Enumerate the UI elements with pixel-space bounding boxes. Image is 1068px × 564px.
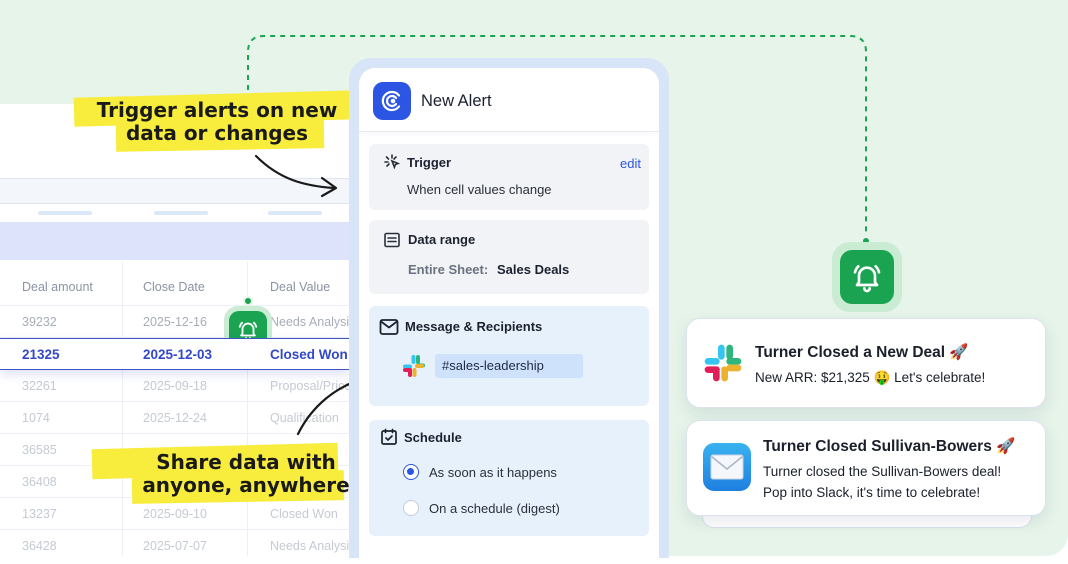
message-recipients-label: Message & Recipients: [405, 319, 543, 334]
panel-title: New Alert: [421, 92, 492, 110]
cursor-click-icon: [384, 154, 401, 170]
option-immediate-label[interactable]: As soon as it happens: [429, 465, 557, 480]
mail-icon: [379, 319, 399, 335]
recipient-channel-chip[interactable]: #sales-leadership: [435, 354, 583, 378]
data-range-value[interactable]: Sales Deals: [497, 262, 569, 277]
bell-badge-large: [832, 242, 902, 312]
cell-date[interactable]: 2025-12-03: [122, 339, 247, 371]
alert-panel: New Alert Trigger edit When cell values …: [359, 68, 659, 558]
app-logo-icon: [373, 82, 411, 120]
schedule-section[interactable]: Schedule As soon as it happens On a sche…: [369, 420, 649, 536]
radio-digest[interactable]: [403, 500, 419, 516]
alert-panel-header: New Alert: [359, 68, 659, 132]
notification-body: New ARR: $21,325 🤑 Let's celebrate!: [755, 370, 986, 385]
data-range-key: Entire Sheet:: [408, 262, 489, 277]
trigger-value: When cell values change: [407, 182, 552, 197]
notification-body-line1: Turner closed the Sullivan-Bowers deal!: [763, 464, 1002, 479]
cell-value[interactable]: Closed Won: [247, 339, 349, 371]
notification-title: Turner Closed a New Deal 🚀: [755, 344, 969, 361]
bell-icon: [840, 250, 894, 304]
cell-amount[interactable]: 21325: [0, 339, 122, 371]
trigger-label: Trigger: [407, 155, 452, 170]
data-range-label: Data range: [408, 232, 476, 247]
list-icon: [384, 232, 400, 248]
edit-trigger-link[interactable]: edit: [620, 156, 641, 171]
mail-app-icon: [703, 443, 751, 491]
message-recipients-section[interactable]: Message & Recipients #sales-leadership: [369, 306, 649, 406]
trigger-section[interactable]: Trigger edit When cell values change: [369, 144, 649, 210]
slack-logo-icon: [704, 344, 742, 382]
slack-logo-icon: [403, 355, 425, 377]
data-range-section[interactable]: Data range Entire Sheet: Sales Deals: [369, 220, 649, 294]
envelope-icon: [710, 454, 744, 480]
notification-title: Turner Closed Sullivan-Bowers 🚀: [763, 438, 1016, 455]
option-digest-label[interactable]: On a schedule (digest): [429, 501, 560, 516]
notification-card[interactable]: Turner Closed a New Deal 🚀 New ARR: $21,…: [686, 318, 1046, 408]
notification-body-line2: Pop into Slack, it's time to celebrate!: [763, 485, 981, 500]
calendar-check-icon: [381, 428, 397, 445]
table-row-highlighted[interactable]: 21325 2025-12-03 Closed Won: [0, 338, 349, 370]
notification-card[interactable]: Turner Closed Sullivan-Bowers 🚀 Turner c…: [686, 420, 1046, 516]
radio-immediate[interactable]: [403, 464, 419, 480]
schedule-label: Schedule: [404, 430, 462, 445]
